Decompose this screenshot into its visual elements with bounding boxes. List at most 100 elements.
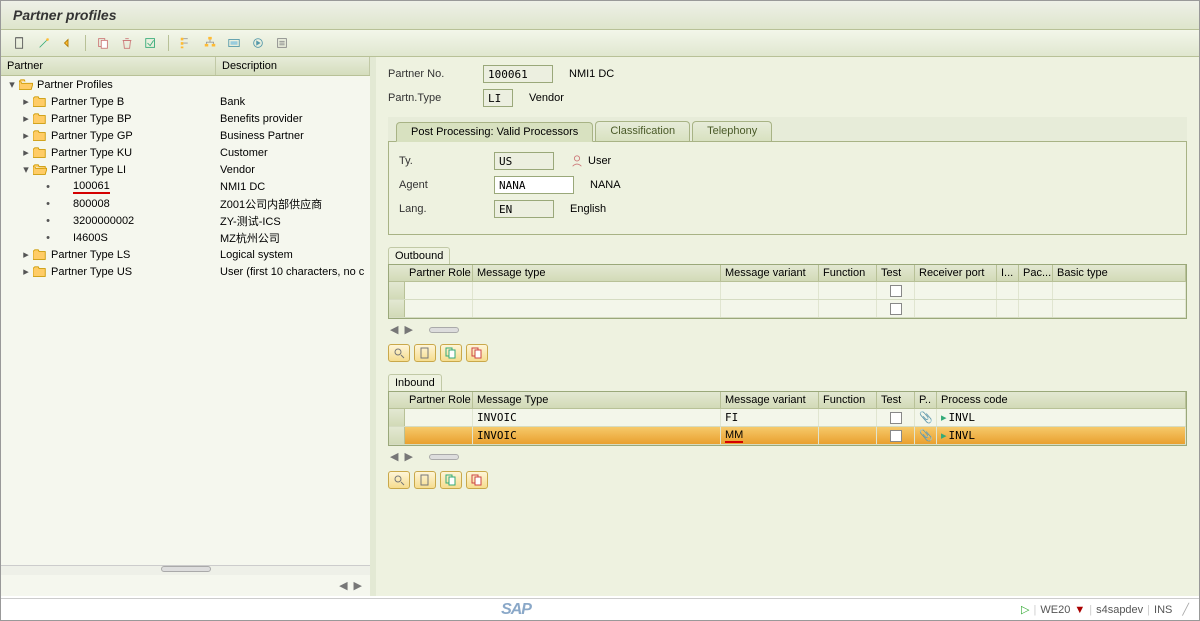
tree-item[interactable]: ▸Partner Type LSLogical system — [1, 246, 370, 263]
prev-icon[interactable]: ◀ — [339, 579, 347, 592]
tree-item[interactable]: ▸Partner Type USUser (first 10 character… — [1, 263, 370, 280]
checkbox[interactable] — [890, 285, 902, 297]
col-test[interactable]: Test — [877, 265, 915, 281]
table-row[interactable]: INVOICFI📎▸INVL — [389, 409, 1186, 427]
outbound-grid[interactable]: Partner Role Message type Message varian… — [388, 264, 1187, 319]
outbound-section: Outbound Partner Role Message type Messa… — [388, 247, 1187, 362]
col-message-variant[interactable]: Message variant — [721, 392, 819, 408]
tab-post-processing[interactable]: Post Processing: Valid Processors — [396, 122, 593, 142]
col-message-type[interactable]: Message type — [473, 265, 721, 281]
tab-classification[interactable]: Classification — [595, 121, 690, 141]
resize-icon[interactable]: ╱ — [1182, 603, 1189, 616]
lang-input[interactable] — [494, 200, 554, 218]
toggle-icon[interactable]: ▸ — [19, 146, 33, 159]
toggle-icon[interactable]: ▸ — [19, 265, 33, 278]
new-icon[interactable] — [11, 34, 29, 52]
create-button[interactable] — [414, 471, 436, 489]
toolbar — [1, 30, 1199, 57]
attachment-icon[interactable]: 📎 — [919, 429, 933, 442]
delete-icon[interactable] — [118, 34, 136, 52]
tree-col-description[interactable]: Description — [216, 57, 370, 75]
delete-button[interactable] — [466, 471, 488, 489]
collapse-icon[interactable]: ▾ — [5, 78, 19, 91]
toggle-icon[interactable]: ▸ — [19, 129, 33, 142]
col-process-code[interactable]: Process code — [937, 392, 1186, 408]
tree-item[interactable]: ▸Partner Type BBank — [1, 93, 370, 110]
col-test[interactable]: Test — [877, 392, 915, 408]
tree-item[interactable]: ▸Partner Type GPBusiness Partner — [1, 127, 370, 144]
wand-icon[interactable] — [35, 34, 53, 52]
tab-telephony[interactable]: Telephony — [692, 121, 772, 141]
toggle-icon[interactable]: ▸ — [19, 112, 33, 125]
tree-leaf[interactable]: •100061NMI1 DC — [1, 178, 370, 195]
tree-item[interactable]: ▾Partner Type LIVendor — [1, 161, 370, 178]
execute-icon[interactable]: ▷ — [1021, 603, 1029, 616]
scroll-right-icon[interactable]: ▶ — [404, 450, 412, 463]
display-icon[interactable] — [225, 34, 243, 52]
row-handle[interactable] — [389, 409, 405, 426]
col-function[interactable]: Function — [819, 265, 877, 281]
col-p[interactable]: P.. — [915, 392, 937, 408]
scroll-left-icon[interactable]: ◀ — [390, 450, 398, 463]
attachment-icon[interactable]: 📎 — [919, 411, 933, 424]
scroll-left-icon[interactable]: ◀ — [390, 323, 398, 336]
tree-icon[interactable] — [201, 34, 219, 52]
ty-input[interactable] — [494, 152, 554, 170]
tree-leaf[interactable]: •800008Z001公司内部供应商 — [1, 195, 370, 212]
status-system: s4sapdev — [1096, 604, 1143, 616]
col-basic-type[interactable]: Basic type — [1053, 265, 1186, 281]
detail-button[interactable] — [388, 344, 410, 362]
inbound-title: Inbound — [388, 374, 442, 391]
tree-item[interactable]: ▸Partner Type BPBenefits provider — [1, 110, 370, 127]
table-row[interactable] — [389, 300, 1186, 318]
col-partner-role[interactable]: Partner Role — [405, 392, 473, 408]
col-partner-role[interactable]: Partner Role — [405, 265, 473, 281]
col-i[interactable]: I... — [997, 265, 1019, 281]
column-config-handle[interactable] — [429, 454, 459, 460]
delete-button[interactable] — [466, 344, 488, 362]
pane-resize-handle[interactable] — [1, 565, 370, 575]
tree-root[interactable]: ▾ Partner Profiles — [1, 76, 370, 93]
hierarchy-icon[interactable] — [177, 34, 195, 52]
settings-icon[interactable] — [273, 34, 291, 52]
next-icon[interactable]: ▶ — [354, 579, 362, 592]
col-pac[interactable]: Pac... — [1019, 265, 1053, 281]
scroll-right-icon[interactable]: ▶ — [404, 323, 412, 336]
copy-button[interactable] — [440, 344, 462, 362]
col-function[interactable]: Function — [819, 392, 877, 408]
table-row[interactable] — [389, 282, 1186, 300]
create-button[interactable] — [414, 344, 436, 362]
checkbox[interactable] — [890, 412, 902, 424]
partner-no-input[interactable] — [483, 65, 553, 83]
col-message-type[interactable]: Message Type — [473, 392, 721, 408]
tree-col-partner[interactable]: Partner — [1, 57, 216, 75]
lang-desc: English — [570, 203, 606, 215]
table-row[interactable]: INVOICMM📎▸INVL — [389, 427, 1186, 445]
agent-input[interactable] — [494, 176, 574, 194]
status-tcode[interactable]: WE20 — [1040, 604, 1070, 616]
toggle-icon[interactable]: ▸ — [19, 95, 33, 108]
inbound-grid[interactable]: Partner Role Message Type Message varian… — [388, 391, 1187, 446]
tree-leaf[interactable]: •I4600SMZ杭州公司 — [1, 229, 370, 246]
detail-button[interactable] — [388, 471, 410, 489]
activate-icon[interactable] — [59, 34, 77, 52]
dropdown-icon[interactable]: ▼ — [1074, 604, 1085, 616]
col-receiver-port[interactable]: Receiver port — [915, 265, 997, 281]
execute-icon[interactable] — [249, 34, 267, 52]
checkbox[interactable] — [890, 303, 902, 315]
copy-icon[interactable] — [94, 34, 112, 52]
checkbox[interactable] — [890, 430, 902, 442]
toggle-icon[interactable]: ▾ — [19, 163, 33, 176]
row-handle[interactable] — [389, 427, 405, 444]
partn-type-input[interactable] — [483, 89, 513, 107]
col-message-variant[interactable]: Message variant — [721, 265, 819, 281]
tree-leaf[interactable]: •3200000002ZY-测试-ICS — [1, 212, 370, 229]
toggle-icon[interactable]: ▸ — [19, 248, 33, 261]
copy-button[interactable] — [440, 471, 462, 489]
check-icon[interactable] — [142, 34, 160, 52]
tree-body[interactable]: ▾ Partner Profiles ▸Partner Type BBank▸P… — [1, 76, 370, 565]
tab-content: Ty. User Agent NANA Lang. English — [388, 142, 1187, 235]
column-config-handle[interactable] — [429, 327, 459, 333]
tree-item[interactable]: ▸Partner Type KUCustomer — [1, 144, 370, 161]
partner-no-desc: NMI1 DC — [569, 68, 614, 80]
